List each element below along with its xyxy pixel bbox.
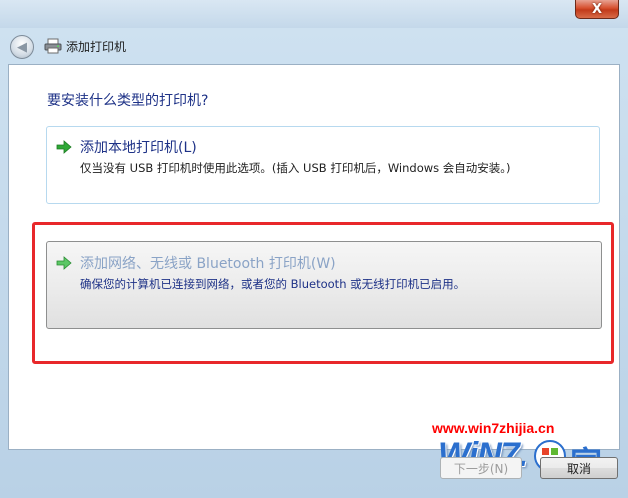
close-button[interactable]: X: [575, 0, 619, 19]
green-arrow-icon: [56, 140, 72, 154]
printer-icon: [44, 38, 62, 54]
highlight-frame: [32, 222, 614, 364]
add-local-printer-option[interactable]: 添加本地打印机(L) 仅当没有 USB 打印机时使用此选项。(插入 USB 打印…: [46, 126, 600, 204]
title-bar: X: [0, 0, 628, 28]
wizard-content: 要安装什么类型的打印机? 添加本地打印机(L) 仅当没有 USB 打印机时使用此…: [8, 64, 620, 450]
cancel-button[interactable]: 取消: [540, 457, 618, 479]
add-printer-window: X ◀ 添加打印机 要安装什么类型的打印机? 添加本地打印机(L) 仅当没有 U…: [0, 0, 628, 498]
option-description: 仅当没有 USB 打印机时使用此选项。(插入 USB 打印机后，Windows …: [80, 161, 511, 175]
close-icon: X: [591, 1, 603, 17]
back-button[interactable]: ◀: [10, 35, 34, 59]
back-arrow-icon: ◀: [17, 39, 27, 55]
option-title: 添加本地打印机(L): [80, 140, 197, 156]
page-title: 要安装什么类型的打印机?: [47, 93, 209, 109]
watermark-url: www.win7zhijia.cn: [432, 420, 555, 436]
navigation-bar: ◀ 添加打印机: [0, 28, 628, 64]
next-button[interactable]: 下一步(N): [440, 457, 522, 479]
window-title: 添加打印机: [66, 40, 127, 54]
